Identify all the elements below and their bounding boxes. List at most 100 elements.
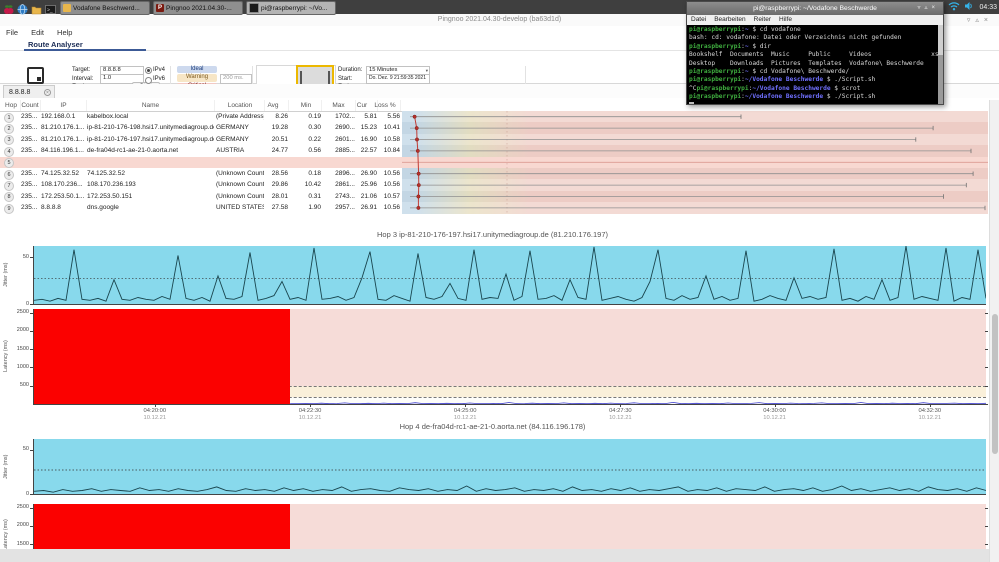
- menu-item-help[interactable]: Help: [57, 28, 72, 40]
- column-header-loss-[interactable]: Loss %: [370, 100, 401, 111]
- table-row-hop-1[interactable]: 1 235... 192.168.0.1 kabelbox.local (Private…: [0, 111, 988, 123]
- desktop: >_ Vodafone Beschwerd... P Pingnoo 2021.04…: [0, 0, 999, 562]
- cell-avg: 20.51: [271, 135, 288, 143]
- cell-ip: 108.170.236...: [41, 181, 83, 189]
- table-row-hop-3[interactable]: 3 235... 81.210.176.1... ip-81-210-176-197.…: [0, 133, 988, 146]
- column-header-hop[interactable]: Hop: [2, 100, 21, 111]
- ipv4-radio[interactable]: [145, 67, 152, 74]
- svg-text:>_: >_: [47, 7, 53, 13]
- cell-loss: 10.41: [383, 124, 400, 132]
- table-row-hop-6[interactable]: 6 235... 74.125.32.52 74.125.32.52 (Unknown …: [0, 168, 988, 180]
- raspberry-menu-icon[interactable]: [3, 2, 14, 14]
- x-axis-date: 10.12.21: [143, 415, 167, 421]
- latency-chart[interactable]: [33, 309, 986, 405]
- cell-min: 0.56: [308, 147, 321, 155]
- y-axis-label: Latency (ms): [3, 340, 9, 373]
- menu-item-hilfe[interactable]: Hilfe: [779, 15, 792, 25]
- duration-label: Duration:: [338, 67, 363, 73]
- cell-ip: 172.253.50.1...: [41, 192, 85, 200]
- terminal-scrollbar[interactable]: [938, 25, 943, 104]
- ipv6-label: IPv6: [153, 76, 166, 82]
- column-header-avg[interactable]: Avg: [258, 100, 289, 111]
- taskbar-window-folder[interactable]: Vodafone Beschwerd...: [60, 1, 150, 15]
- file-manager-icon[interactable]: [31, 2, 42, 14]
- taskbar-window-pingnoo[interactable]: P Pingnoo 2021.04.30-...: [153, 1, 243, 15]
- window-controls[interactable]: ▿▵×: [967, 16, 993, 24]
- scrollbar-thumb[interactable]: [991, 314, 998, 454]
- interval-label: Interval:: [72, 75, 94, 82]
- table-row-hop-4[interactable]: 4 235... 84.116.196.1... de-fra04d-rc1-ae-2…: [0, 145, 988, 157]
- menu-item-datei[interactable]: Datei: [691, 15, 706, 25]
- tick-mark: [985, 385, 988, 387]
- cell-count: 235...: [21, 170, 38, 177]
- ideal-latency-button[interactable]: Ideal: [177, 65, 217, 73]
- tick-mark: [985, 544, 988, 546]
- tick-mark: [30, 449, 33, 451]
- cell-count: 235...: [21, 135, 38, 143]
- table-row-hop-2[interactable]: 2 235... 81.210.176.1... ip-81-210-176-198.…: [0, 122, 988, 134]
- cell-location: (Unknown Country?): [216, 170, 264, 177]
- tick-mark: [985, 349, 988, 351]
- target-label: Target:: [72, 67, 91, 73]
- column-header-min[interactable]: Min: [291, 100, 322, 111]
- column-header-count[interactable]: Count: [20, 100, 41, 111]
- cell-avg: 29.86: [271, 181, 288, 189]
- terminal-titlebar[interactable]: pi@raspberrypi: ~/Vodafone Beschwerde ▿▵…: [687, 2, 943, 15]
- tab-target[interactable]: 8.8.8.8 ×: [3, 85, 55, 98]
- tick-mark: [30, 385, 33, 387]
- terminal-content[interactable]: pi@raspberrypi:~ $ cd vodafone bash: cd: …: [687, 25, 943, 104]
- vertical-scrollbar[interactable]: [989, 100, 999, 562]
- x-tick-mark: [620, 404, 622, 407]
- viewport-handle-right[interactable]: [328, 71, 330, 85]
- x-axis-date: 10.12.21: [609, 415, 632, 421]
- column-header-name[interactable]: Name: [87, 100, 215, 111]
- cell-avg: 24.77: [271, 147, 288, 155]
- menu-item-reiter[interactable]: Reiter: [754, 15, 771, 25]
- table-row-hop-5[interactable]: 5: [0, 156, 988, 169]
- cell-location: (Unknown Country?): [216, 192, 264, 200]
- cell-ip: 74.125.32.52: [41, 170, 79, 177]
- table-row-hop-8[interactable]: 8 235... 172.253.50.1... 172.253.50.151 (Unk…: [0, 190, 988, 203]
- tick-mark: [30, 330, 33, 332]
- close-icon[interactable]: ×: [931, 5, 939, 11]
- hop4-chart-title: Hop 4 de-fra04d-rc1-ae-21-0.aorta.net (8…: [399, 422, 586, 431]
- menu-item-edit[interactable]: Edit: [31, 28, 44, 40]
- table-row-hop-7[interactable]: 7 235... 108.170.236... 108.170.236.193 (Unk…: [0, 179, 988, 191]
- viewport-handle-left[interactable]: [300, 71, 302, 85]
- terminal-scrollbar-thumb[interactable]: [938, 25, 943, 55]
- terminal-launcher-icon[interactable]: >_: [45, 2, 56, 14]
- taskbar-window-terminal[interactable]: pi@raspberrypi: ~/Vo...: [246, 1, 336, 15]
- maximize-icon[interactable]: ▵: [975, 17, 984, 24]
- close-icon[interactable]: ×: [984, 17, 993, 24]
- table-row-hop-9[interactable]: 9 235... 8.8.8.8 dns.google UNITED STATES 27.…: [0, 202, 988, 214]
- menu-item-file[interactable]: File: [6, 28, 18, 40]
- cell-count: 235...: [21, 181, 38, 189]
- ipv6-radio[interactable]: [145, 76, 152, 84]
- column-header-ip[interactable]: IP: [41, 100, 87, 111]
- cell-min: 10.42: [304, 181, 321, 189]
- x-axis-time: 04:32:30: [918, 408, 942, 414]
- jitter-chart[interactable]: [33, 439, 986, 495]
- warning-latency-button[interactable]: Warning: [177, 74, 217, 82]
- x-axis-date: 10.12.21: [298, 415, 322, 421]
- visualisation-icon[interactable]: [27, 67, 44, 84]
- terminal-output: pi@raspberrypi:~ $ cd vodafone bash: cd: …: [689, 26, 943, 104]
- cell-loss: 10.56: [383, 204, 400, 212]
- browser-icon[interactable]: [17, 2, 28, 15]
- cell-ip: 81.210.176.1...: [41, 124, 85, 132]
- hop-table: 1 235... 192.168.0.1 kabelbox.local (Private…: [0, 111, 988, 214]
- terminal-window: pi@raspberrypi: ~/Vodafone Beschwerde ▿▵…: [686, 1, 944, 105]
- menu-item-bearbeiten[interactable]: Bearbeiten: [714, 15, 745, 25]
- jitter-chart[interactable]: [33, 246, 986, 305]
- volume-icon[interactable]: [964, 0, 975, 16]
- system-tray: 04:33: [948, 0, 997, 14]
- cell-count: 235...: [21, 192, 38, 200]
- start-time-label: Start:: [338, 75, 353, 82]
- tab-route-analyser[interactable]: Route Analyser: [28, 40, 83, 49]
- tab-close-icon[interactable]: ×: [44, 88, 51, 96]
- chevron-down-icon: ▾: [425, 67, 428, 73]
- terminal-window-controls[interactable]: ▿▵×: [917, 2, 939, 15]
- wifi-icon[interactable]: [948, 0, 960, 16]
- hop-number-badge: 6: [4, 169, 14, 180]
- clock[interactable]: 04:33: [979, 4, 997, 11]
